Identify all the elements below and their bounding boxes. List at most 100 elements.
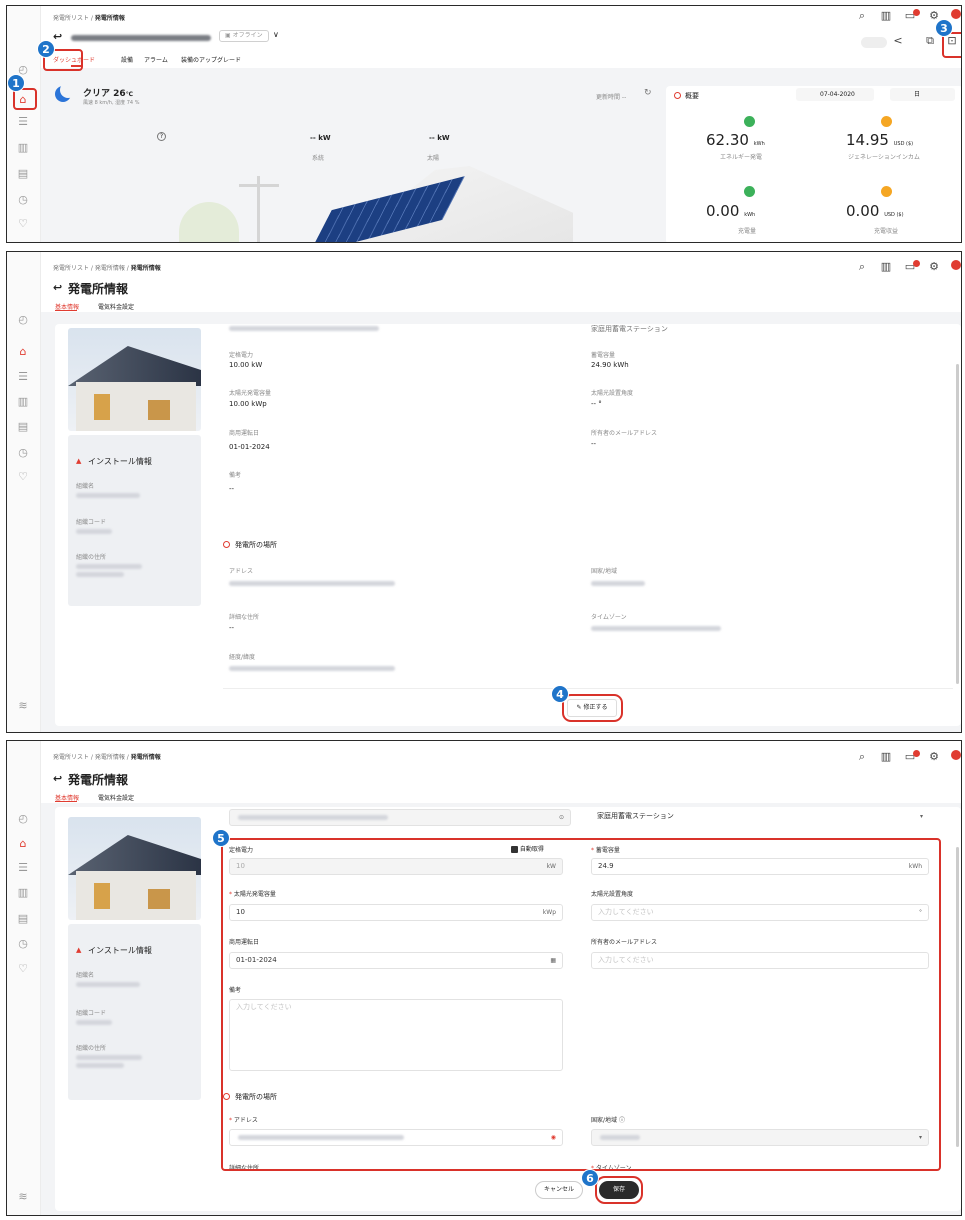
left-rail: ◴ ⌂ ☰ ▥ ▤ ◷ ♡ ≋	[7, 741, 41, 1215]
home-nav-icon[interactable]: ⌂	[15, 344, 31, 360]
refresh-icon[interactable]: ↻	[644, 88, 652, 98]
charge-label: 充電量	[738, 228, 757, 235]
tab-upgrade[interactable]: 装備のアップグレード	[181, 55, 241, 64]
collapse-icon[interactable]: ≋	[15, 1189, 31, 1205]
install-icon: ▲	[76, 946, 82, 954]
address-value	[229, 581, 395, 586]
org-code-label: 組織コード	[76, 1010, 107, 1017]
building-icon[interactable]: ▥	[879, 750, 893, 763]
date-selector[interactable]: 07-04-2020	[796, 88, 874, 101]
help-icon[interactable]: ?	[157, 132, 166, 141]
back-arrow-icon[interactable]: ↩	[53, 30, 62, 43]
device-nav-icon[interactable]: ☰	[15, 860, 31, 876]
grid-power: -- kW	[310, 134, 331, 142]
back-arrow-icon[interactable]: ↩	[53, 772, 62, 785]
solar-label: 太陽	[427, 155, 440, 162]
plant-name-value	[229, 326, 379, 331]
moon-cutout	[60, 82, 76, 98]
collapse-icon[interactable]: ≋	[15, 698, 31, 714]
cancel-button[interactable]: キャンセル	[535, 1181, 583, 1199]
alarm-nav-icon[interactable]: ♡	[15, 961, 31, 977]
breadcrumb-link[interactable]: 発電所リスト	[53, 265, 89, 272]
report-nav-icon[interactable]: ▤	[15, 166, 31, 182]
status-badge: ▣ オフライン	[219, 30, 269, 42]
breadcrumb-link[interactable]: 発電所情報	[95, 265, 125, 272]
plant-nav-icon[interactable]: ▥	[15, 394, 31, 410]
alarm-nav-icon[interactable]: ♡	[15, 216, 31, 232]
energy-number: 62.30	[706, 131, 749, 149]
back-arrow-icon[interactable]: ↩	[53, 281, 62, 294]
alarm-nav-icon[interactable]: ♡	[15, 469, 31, 485]
dashboard-nav-icon[interactable]: ◴	[15, 811, 31, 827]
settings-icon[interactable]: ⚙	[927, 260, 941, 273]
dashboard-nav-icon[interactable]: ◴	[15, 312, 31, 328]
plant-nav-icon[interactable]: ▥	[15, 140, 31, 156]
home-nav-icon[interactable]: ⌂	[15, 836, 31, 852]
solar-power: -- kW	[429, 134, 450, 142]
address-label: アドレス	[229, 568, 254, 575]
avatar[interactable]	[951, 9, 961, 19]
org-code-value	[76, 529, 112, 534]
stats-nav-icon[interactable]: ◷	[15, 936, 31, 952]
building-icon[interactable]: ▥	[879, 260, 893, 273]
device-nav-icon[interactable]: ☰	[15, 114, 31, 130]
share-icon[interactable]: <	[891, 34, 905, 47]
export-icon[interactable]: ⧉	[923, 34, 937, 48]
breadcrumb-current: 発電所情報	[130, 754, 161, 761]
plant-photo	[68, 328, 201, 431]
income-label: ジェネレーションインカム	[848, 154, 920, 161]
search-icon[interactable]: ⌕	[855, 750, 869, 764]
page-title: 発電所情報	[68, 282, 129, 296]
org-name-label: 組織名	[76, 972, 95, 979]
tab-devices[interactable]: 設備	[121, 55, 133, 64]
stats-nav-icon[interactable]: ◷	[15, 192, 31, 208]
footer-divider	[223, 688, 953, 689]
breadcrumb-link[interactable]: 発電所リスト	[53, 754, 89, 761]
avatar[interactable]	[951, 260, 961, 270]
report-nav-icon[interactable]: ▤	[15, 419, 31, 435]
install-title: インストール情報	[88, 457, 152, 466]
timezone-value	[591, 626, 721, 631]
stats-nav-icon[interactable]: ◷	[15, 445, 31, 461]
cost-label: 充電収益	[874, 228, 899, 235]
income-value: 14.95 USD ($)	[846, 131, 913, 149]
install-title: インストール情報	[88, 946, 152, 955]
search-icon[interactable]: ⌕	[855, 260, 869, 274]
plant-nav-icon[interactable]: ▥	[15, 885, 31, 901]
breadcrumb-link[interactable]: 発電所リスト	[53, 15, 89, 22]
plant-name-clear-icon[interactable]: ⊙	[559, 810, 564, 825]
period-select[interactable]: 日	[890, 88, 955, 101]
breadcrumb-link[interactable]: 発電所情報	[95, 754, 125, 761]
capacity-label: 蓄電容量	[591, 352, 616, 359]
search-icon[interactable]: ⌕	[855, 9, 869, 23]
install-info-box: ▲ インストール情報 組織名 組織コード 組織の住所	[68, 924, 201, 1100]
message-count-badge	[913, 750, 920, 757]
plant-name-input[interactable]: ⊙	[229, 809, 571, 826]
timezone-label: タイムゾーン	[591, 614, 627, 621]
step-badge-6: 6	[581, 1169, 599, 1187]
scrollbar[interactable]	[956, 364, 959, 684]
scrollbar[interactable]	[956, 847, 959, 1147]
latlng-value	[229, 666, 395, 671]
pole-crossbar	[239, 184, 279, 187]
tab-alarms[interactable]: アラーム	[144, 55, 168, 64]
energy-label: エネルギー発電	[720, 154, 763, 161]
photo-roof	[68, 835, 201, 875]
device-nav-icon[interactable]: ☰	[15, 369, 31, 385]
building-icon[interactable]: ▥	[879, 9, 893, 22]
tab-tariff[interactable]: 電気料金設定	[98, 793, 134, 802]
device-count-pill[interactable]	[861, 37, 887, 48]
breadcrumb: 発電所リスト / 発電所情報 / 発電所情報	[53, 754, 161, 761]
plant-dropdown-icon[interactable]: ∨	[273, 30, 279, 39]
overview-title: 概要	[685, 92, 699, 100]
plant-type-select[interactable]: 家庭用蓄電ステーション ▾	[591, 809, 929, 826]
charge-number: 0.00	[706, 202, 740, 220]
weather-text: クリア	[83, 89, 111, 99]
photo-window	[94, 394, 110, 420]
tab-tariff[interactable]: 電気料金設定	[98, 302, 134, 311]
report-nav-icon[interactable]: ▤	[15, 911, 31, 927]
avatar[interactable]	[951, 750, 961, 760]
rated-power-value: 10.00 kW	[229, 361, 263, 369]
remark-label: 備考	[229, 472, 242, 479]
settings-icon[interactable]: ⚙	[927, 750, 941, 763]
